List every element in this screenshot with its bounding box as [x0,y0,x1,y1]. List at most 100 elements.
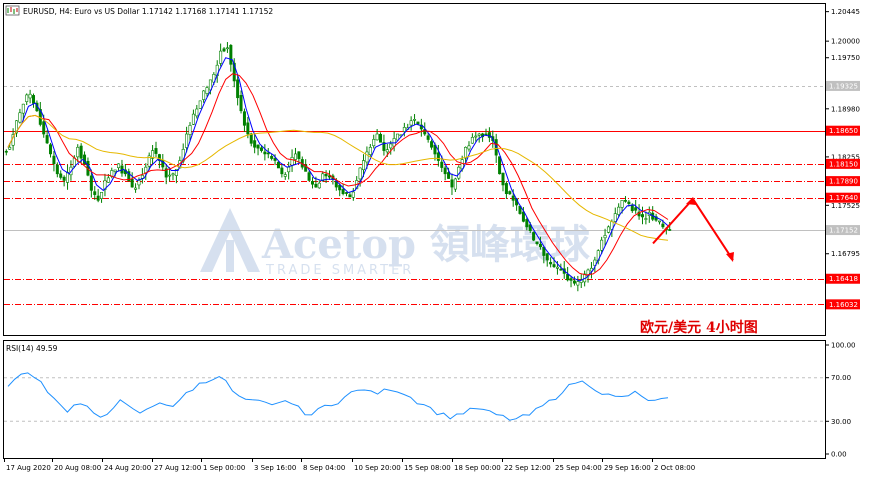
candle-body [487,132,491,138]
time-tick-label: 2 Oct 08:00 [654,464,695,472]
candle-body [504,183,508,195]
price-tag-label: 1.17890 [829,178,858,186]
candle-body [59,173,63,178]
candle-body [362,160,366,171]
time-tick-label: 18 Sep 00:00 [454,464,501,472]
time-tick-label: 22 Sep 12:00 [504,464,551,472]
candle-body [134,187,138,190]
candle-body [535,241,539,245]
candle-body [195,108,199,117]
candle-body [385,149,389,153]
price-tag-label: 1.19325 [829,82,858,90]
candle-body [358,167,362,180]
candle-body [552,264,556,267]
candle-body [657,220,661,223]
candle-body [256,144,260,149]
symbol-icon [5,5,20,16]
rsi-tick-label: 100.00 [831,342,856,350]
price-tick-label: 1.17525 [831,202,860,210]
candle-body [549,262,553,265]
candle-body [32,95,36,104]
candle-body [117,163,121,169]
candle-body [253,140,257,148]
price-axis: 1.20445 1.20000 1.19750 1.19325 1.18980 1.186… [825,8,860,310]
candle-body [345,192,349,194]
candle-body [79,145,83,159]
time-tick-label: 3 Sep 16:00 [254,464,296,472]
candle-body [603,235,607,239]
candle-body [538,244,542,248]
time-tick-label: 15 Sep 08:00 [404,464,451,472]
candle-body [202,90,206,100]
candle-body [62,176,66,181]
candle-body [76,146,80,158]
candle-body [416,121,420,125]
candle-body [55,164,59,175]
candle-body [453,178,457,190]
candle-body [440,161,444,168]
candle-body [620,200,624,208]
candle-body [317,182,321,189]
price-tag-label: 1.16418 [829,275,858,283]
candle-body [287,166,291,173]
candle-body [66,172,70,183]
watermark-tagline: TRADE SMARTER [265,263,414,278]
candle-body [168,174,172,177]
candle-body [310,181,314,185]
candle-body [276,161,280,169]
candle-body [572,280,576,284]
candle-body [324,173,328,177]
candle-body [307,172,311,181]
candle-body [630,204,634,212]
time-tick-label: 27 Aug 12:00 [154,464,201,472]
candle-body [242,111,246,126]
candle-body [368,146,372,155]
main-chart-frame [3,3,826,336]
candle-body [392,138,396,147]
candle-body [137,180,141,186]
candle-body [171,173,175,176]
candle-body [229,45,233,65]
rsi-tick-label: 30.00 [831,418,851,426]
candle-body [389,143,393,149]
symbol-header: EURUSD, H4: Euro vs US Dollar 1.17142 1.… [23,7,273,16]
candle-body [100,191,104,199]
time-tick-label: 29 Sep 16:00 [604,464,651,472]
price-tick-label: 1.20445 [831,8,860,16]
time-tick-label: 25 Sep 04:00 [555,464,602,472]
candle-body [430,141,434,148]
candle-body [661,223,665,228]
candle-body [450,179,454,188]
time-tick-label: 8 Sep 04:00 [303,464,345,472]
candle-body [21,103,25,114]
candle-body [576,281,580,286]
candle-body [154,148,158,154]
candle-body [144,166,148,174]
rsi-header: RSI(14) 49.59 [6,344,58,353]
time-tick-label: 20 Aug 08:00 [54,464,101,472]
candle-body [93,191,97,195]
time-tick-label: 10 Sep 20:00 [354,464,401,472]
chart-canvas: Acetop 領峰環球 TRADE SMARTER 1.204451.20000… [3,3,860,472]
candle-body [25,94,29,102]
candle-body [338,184,342,191]
candle-body [225,47,229,50]
candle-body [627,201,631,204]
candle-body [280,167,284,175]
candle-body [532,232,536,241]
candle-body [559,268,563,271]
rsi-frame [3,340,826,459]
candle-body [555,266,559,269]
candle-body [443,167,447,175]
candle-body [96,195,100,201]
candle-body [191,113,195,125]
candle-body [45,135,49,144]
candle-body [89,175,93,191]
candle-body [409,120,413,126]
candle-body [521,211,525,222]
candle-body [297,151,301,159]
price-tick-label: 1.19750 [831,54,860,62]
candle-body [219,50,223,64]
candle-body [623,200,627,202]
candle-body [106,177,110,183]
